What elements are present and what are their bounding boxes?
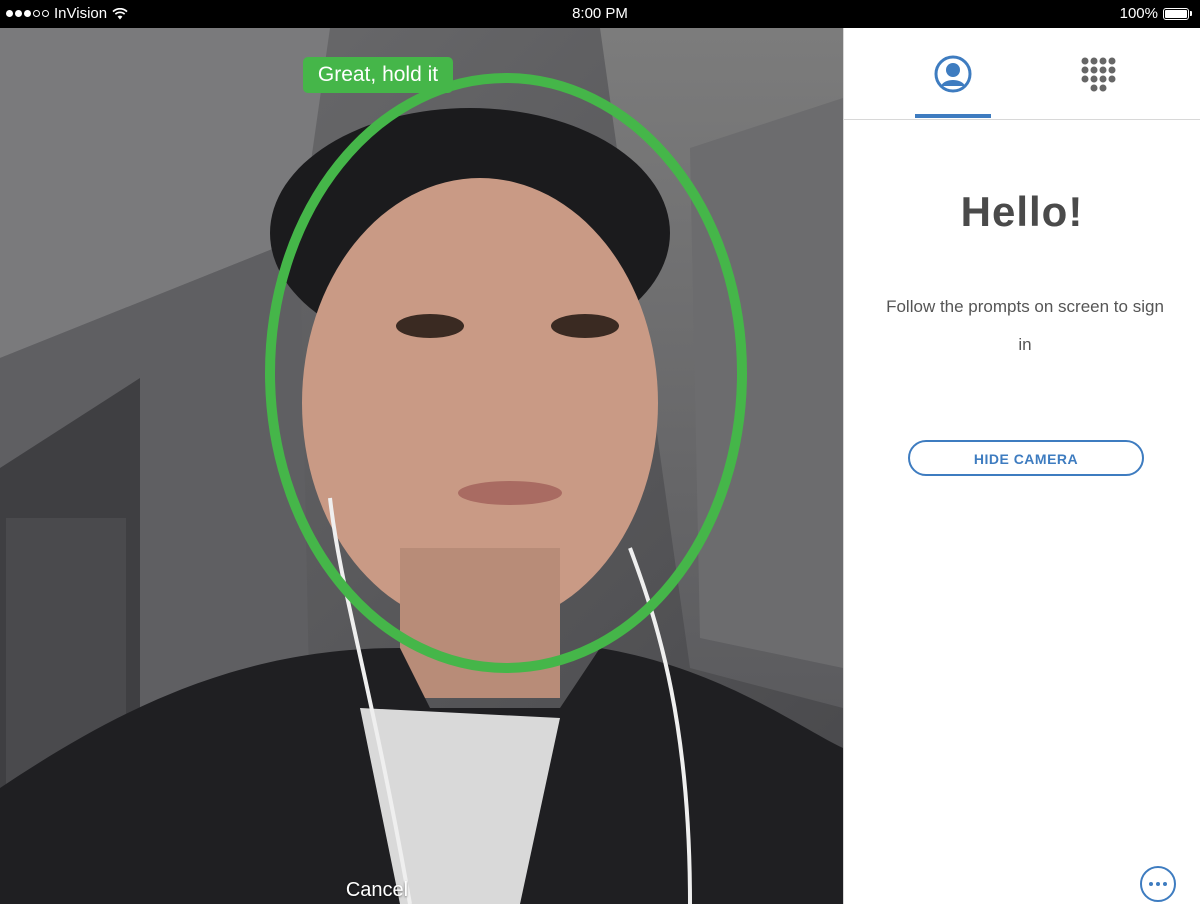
sign-in-panel: Hello! Follow the prompts on screen to s… (843, 28, 1200, 904)
tab-bar (844, 28, 1200, 120)
keypad-icon (1081, 57, 1116, 91)
status-left: InVision (6, 5, 128, 22)
battery-icon (1163, 7, 1192, 20)
ellipsis-dot (1156, 882, 1160, 886)
ellipsis-dot (1163, 882, 1167, 886)
greeting-heading: Hello! (960, 188, 1084, 235)
tab-face-sign-in[interactable] (898, 28, 1008, 119)
sign-in-instructions: Follow the prompts on screen to sign in (886, 297, 1164, 354)
status-right: 100% (1120, 5, 1192, 22)
camera-preview: Great, hold it Cancel (0, 28, 843, 904)
ellipsis-icon (1149, 882, 1153, 886)
more-options-button[interactable] (1140, 866, 1176, 902)
wifi-icon (112, 7, 128, 19)
cancel-button[interactable]: Cancel (320, 877, 434, 903)
person-icon (934, 55, 972, 92)
camera-feed-image (0, 28, 843, 904)
hide-camera-button[interactable]: HIDE CAMERA (908, 440, 1144, 476)
signal-strength-icon (6, 10, 49, 17)
status-bar: InVision 8:00 PM 100% (0, 0, 1200, 28)
capture-prompt: Great, hold it (303, 57, 453, 93)
carrier-name: InVision (54, 5, 108, 22)
tab-keypad-sign-in[interactable] (1043, 28, 1153, 119)
status-time: 8:00 PM (572, 5, 628, 22)
active-tab-indicator (915, 114, 991, 118)
battery-percentage: 100% (1119, 5, 1158, 22)
